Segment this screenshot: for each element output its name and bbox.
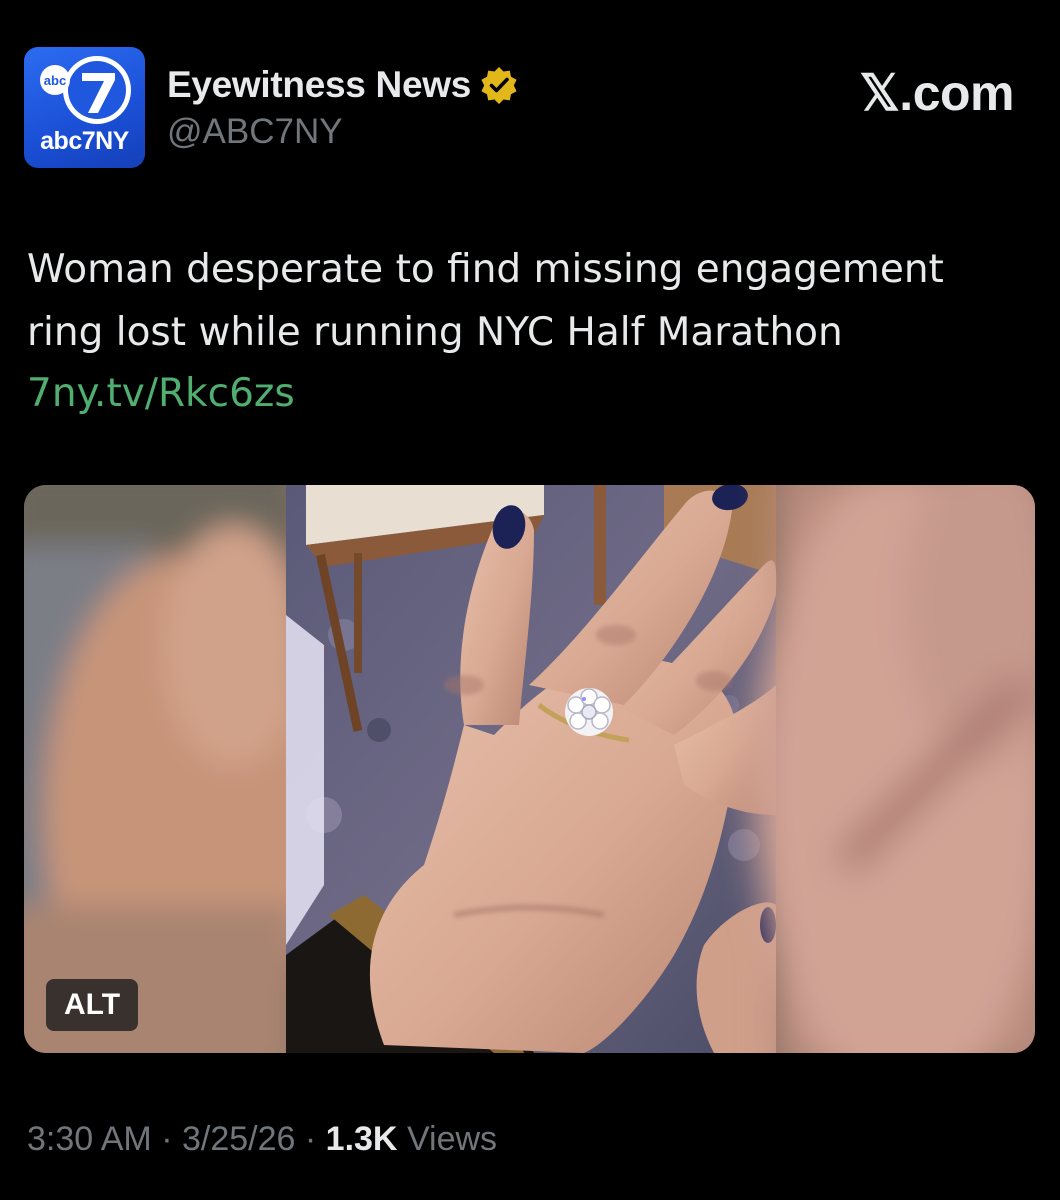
svg-text:abc: abc <box>44 73 66 88</box>
author-handle[interactable]: @ABC7NY <box>167 112 343 152</box>
x-logo-site-mark: 𝕏.com <box>859 65 1015 121</box>
verified-badge-icon[interactable] <box>479 65 519 105</box>
post-time[interactable]: 3:30 AM <box>27 1120 152 1158</box>
author-display-name[interactable]: Eyewitness News <box>167 64 471 106</box>
alt-text-button[interactable]: ALT <box>46 979 138 1031</box>
post-meta: 3:30 AM · 3/25/26 · 1.3K Views <box>27 1120 497 1159</box>
views-count[interactable]: 1.3K <box>326 1120 398 1158</box>
meta-separator: · <box>161 1120 173 1158</box>
author-name-row[interactable]: Eyewitness News <box>167 60 519 110</box>
post-text: Woman desperate to find missing engageme… <box>27 247 944 355</box>
post-media-image[interactable]: ALT <box>24 485 1035 1053</box>
post-link[interactable]: 7ny.tv/Rkc6zs <box>27 362 295 425</box>
avatar-brand-text: abc7NY <box>40 127 129 155</box>
views-label: Views <box>406 1120 498 1158</box>
meta-separator: · <box>304 1120 317 1158</box>
post-date[interactable]: 3/25/26 <box>182 1120 295 1158</box>
avatar[interactable]: abc abc7NY <box>24 47 145 168</box>
